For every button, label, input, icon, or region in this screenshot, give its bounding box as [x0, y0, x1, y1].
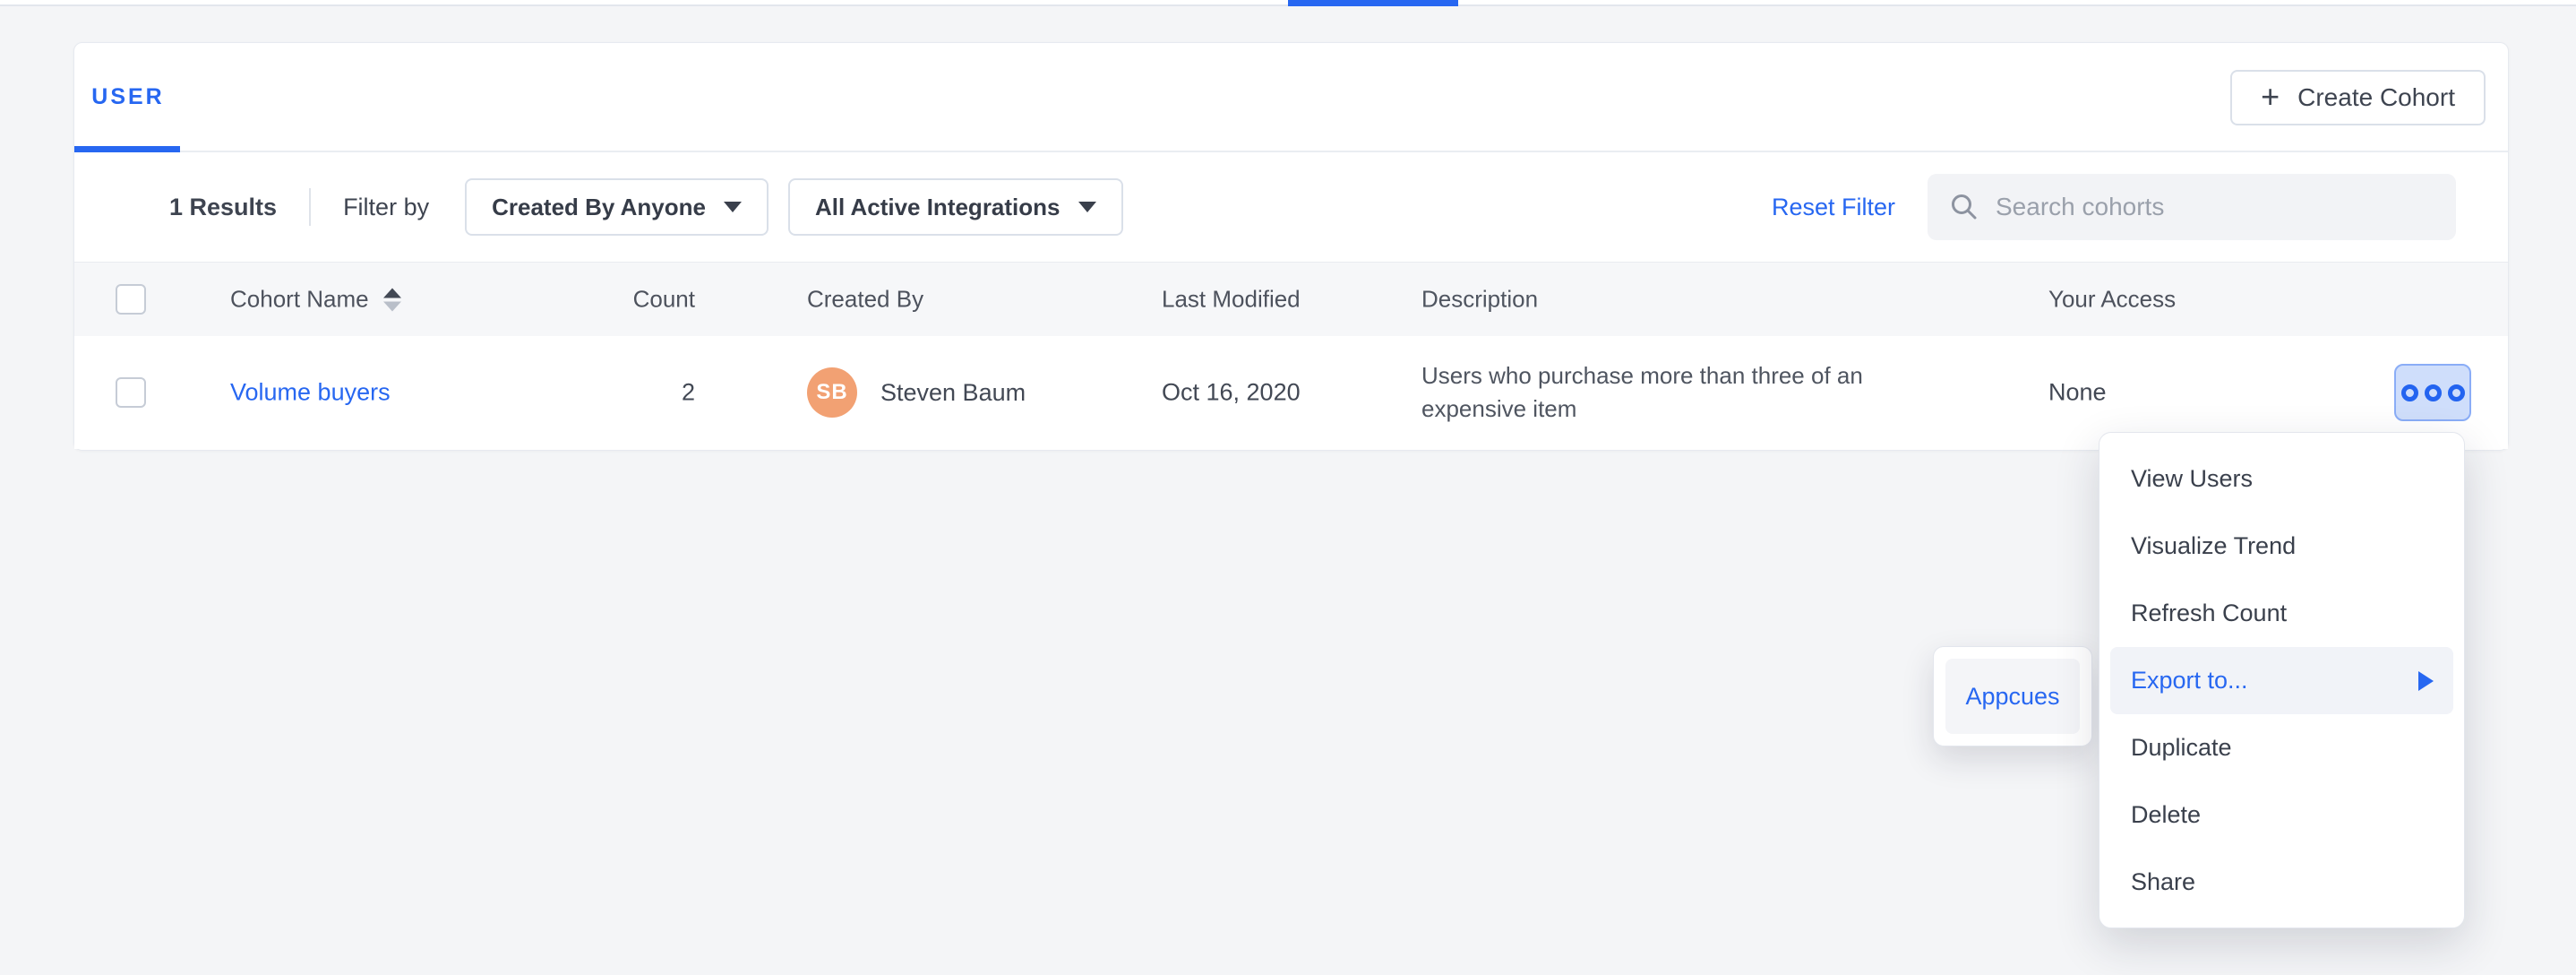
context-menu: View Users Visualize Trend Refresh Count…: [2099, 432, 2465, 928]
menu-item-delete[interactable]: Delete: [2099, 781, 2464, 849]
menu-item-share[interactable]: Share: [2099, 849, 2464, 916]
menu-item-export-to[interactable]: Export to...: [2110, 647, 2453, 714]
submenu-item-appcues[interactable]: Appcues: [1945, 659, 2080, 734]
tab-active-indicator: [74, 146, 180, 152]
header-cohort-name[interactable]: Cohort Name: [230, 286, 369, 314]
header-your-access: Your Access: [2048, 286, 2176, 314]
integrations-dropdown-value: All Active Integrations: [815, 194, 1060, 221]
cohort-description: Users who purchase more than three of an…: [1421, 359, 1912, 426]
select-all-checkbox[interactable]: [116, 284, 146, 315]
ellipsis-icon: [2448, 384, 2465, 401]
header-created-by: Created By: [807, 286, 923, 314]
search-icon: [1949, 192, 1979, 222]
created-by-dropdown-value: Created By Anyone: [492, 194, 706, 221]
ellipsis-icon: [2425, 384, 2442, 401]
created-by-name: Steven Baum: [880, 379, 1026, 407]
avatar: SB: [807, 367, 857, 418]
cohorts-card: USER + Create Cohort 1 Results Filter by…: [73, 42, 2509, 451]
submenu-arrow-icon: [2418, 671, 2434, 691]
filter-by-label: Filter by: [343, 194, 429, 221]
plus-icon: +: [2261, 81, 2280, 113]
chevron-down-icon: [1078, 202, 1096, 212]
last-modified-date: Oct 16, 2020: [1162, 379, 1301, 407]
create-cohort-button[interactable]: + Create Cohort: [2230, 70, 2486, 125]
top-nav-strip: [0, 0, 2576, 6]
table-header-row: Cohort Name Count Created By Last Modifi…: [74, 263, 2508, 336]
your-access-value: None: [2048, 379, 2107, 407]
tab-bar: USER + Create Cohort: [74, 43, 2508, 152]
menu-item-duplicate[interactable]: Duplicate: [2099, 714, 2464, 781]
menu-item-view-users[interactable]: View Users: [2099, 445, 2464, 513]
results-count: 1 Results: [169, 194, 277, 221]
more-actions-button[interactable]: [2394, 364, 2471, 421]
active-nav-tab-indicator: [1288, 0, 1458, 6]
cohort-count: 2: [540, 379, 695, 407]
reset-filter-link[interactable]: Reset Filter: [1772, 194, 1895, 221]
filter-bar: 1 Results Filter by Created By Anyone Al…: [74, 152, 2508, 263]
export-submenu: Appcues: [1933, 646, 2092, 746]
header-count: Count: [540, 286, 695, 314]
search-box[interactable]: [1928, 174, 2456, 240]
header-last-modified: Last Modified: [1162, 286, 1301, 314]
sort-icon[interactable]: [383, 288, 401, 311]
created-by-dropdown[interactable]: Created By Anyone: [465, 178, 769, 236]
cohort-name-link[interactable]: Volume buyers: [230, 379, 391, 407]
tab-user[interactable]: USER: [74, 43, 182, 151]
menu-item-refresh-count[interactable]: Refresh Count: [2099, 580, 2464, 647]
header-description: Description: [1421, 283, 1912, 316]
integrations-dropdown[interactable]: All Active Integrations: [788, 178, 1123, 236]
chevron-down-icon: [724, 202, 742, 212]
menu-item-export-to-label: Export to...: [2131, 667, 2248, 695]
sort-asc-icon: [383, 288, 401, 298]
sort-desc-icon: [383, 301, 401, 311]
ellipsis-icon: [2401, 384, 2418, 401]
row-checkbox[interactable]: [116, 377, 146, 408]
filter-divider: [309, 188, 311, 226]
create-cohort-label: Create Cohort: [2297, 83, 2455, 112]
cohorts-page: USER + Create Cohort 1 Results Filter by…: [0, 0, 2576, 975]
menu-item-visualize-trend[interactable]: Visualize Trend: [2099, 513, 2464, 580]
search-input[interactable]: [1996, 193, 2434, 221]
